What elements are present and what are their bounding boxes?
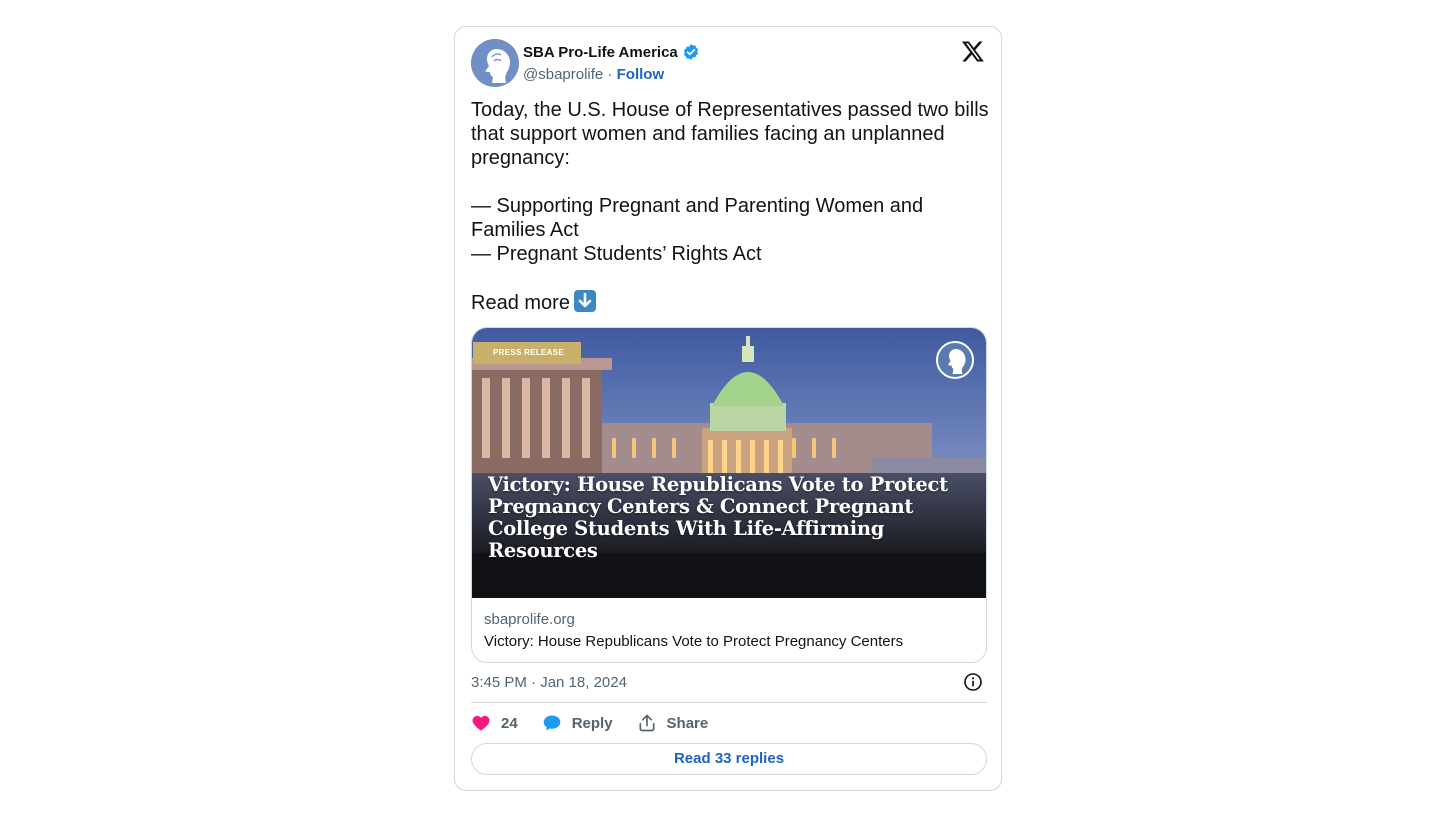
embedded-tweet-card: SBA Pro-Life America @sbaprolife · Follo… [454,26,1002,791]
like-count: 24 [501,714,518,732]
author-name-row[interactable]: SBA Pro-Life America [523,43,700,61]
x-logo-icon[interactable] [961,39,985,63]
author-handle[interactable]: @sbaprolife [523,66,603,83]
tweet-body: Today, the U.S. House of Representatives… [471,99,989,314]
arrow-down-emoji-icon [573,290,596,312]
image-headline: Victory: House Republicans Vote to Prote… [488,473,948,562]
share-icon [639,714,655,732]
author-name[interactable]: SBA Pro-Life America [523,44,678,61]
read-replies-button[interactable]: Read 33 replies [471,743,987,775]
reply-label: Reply [571,714,613,732]
reply-button[interactable]: Reply [542,713,613,733]
like-button[interactable]: 24 [471,713,518,733]
author-handle-row: @sbaprolife · Follow [523,66,664,83]
press-release-badge: PRESS RELEASE [473,342,581,364]
link-preview-card[interactable]: PRESS RELEASE Victory: House Republicans… [471,327,987,663]
verified-badge-icon [683,44,698,60]
action-bar: 24 Reply Share [471,712,708,734]
link-domain: sbaprolife.org [484,611,575,628]
avatar[interactable] [471,39,519,87]
divider [471,702,987,703]
share-button[interactable]: Share [637,713,709,733]
tweet-text: Today, the U.S. House of Representatives… [471,98,991,315]
follow-button[interactable]: Follow [617,66,665,83]
heart-icon [472,715,490,731]
separator-dot: · [607,66,613,83]
share-label: Share [666,714,709,732]
sba-logo-icon [936,341,974,379]
info-icon[interactable] [963,672,983,692]
link-title: Victory: House Republicans Vote to Prote… [484,633,904,650]
reply-bubble-icon [543,715,561,731]
tweet-timestamp[interactable]: 3:45 PM · Jan 18, 2024 [471,674,627,691]
